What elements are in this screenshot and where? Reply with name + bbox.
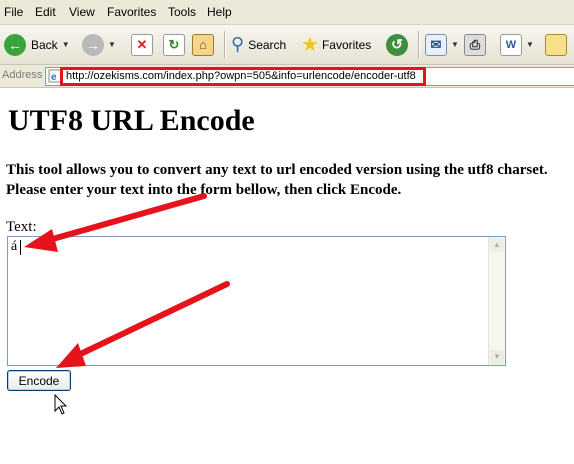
menu-view[interactable]: View [69, 5, 95, 19]
search-label: Search [248, 37, 287, 52]
favorites-label: Favorites [321, 37, 372, 52]
stop-icon: ✕ [131, 33, 153, 56]
address-label: Address [2, 69, 43, 81]
menu-favorites[interactable]: Favorites [107, 5, 156, 19]
toolbar-separator [224, 31, 226, 59]
mouse-cursor-icon [54, 394, 68, 415]
toolbar-separator [418, 31, 420, 59]
back-dropdown-icon[interactable]: ▼ [62, 40, 70, 49]
menu-tools[interactable]: Tools [168, 5, 196, 19]
history-button[interactable]: ↺ [386, 25, 408, 64]
menu-bar: File Edit View Favorites Tools Help [0, 0, 574, 25]
word-edit-icon: W [500, 33, 522, 56]
text-label: Text: [6, 219, 37, 235]
scroll-up-icon[interactable]: ▲ [490, 238, 504, 252]
mail-icon: ✉ [425, 33, 447, 56]
forward-arrow-icon: → [82, 33, 104, 56]
discuss-icon [545, 33, 567, 56]
svg-text:e: e [51, 72, 57, 83]
scroll-down-icon[interactable]: ▼ [490, 350, 504, 364]
mail-dropdown-icon[interactable]: ▼ [451, 40, 459, 49]
back-button[interactable]: ← Back ▼ [4, 25, 70, 64]
encode-button[interactable]: Encode [7, 370, 71, 391]
forward-dropdown-icon[interactable]: ▼ [108, 40, 116, 49]
url-highlight-box [60, 67, 426, 86]
menu-file[interactable]: File [4, 5, 23, 19]
forward-button[interactable]: → ▼ [82, 25, 116, 64]
search-button[interactable]: ⚲ Search [231, 25, 286, 64]
edit-dropdown-icon[interactable]: ▼ [526, 40, 534, 49]
star-icon: ★ [301, 34, 319, 56]
text-caret [20, 240, 21, 255]
back-label: Back [31, 37, 58, 52]
print-icon: ⎙ [464, 33, 486, 56]
search-icon: ⚲ [231, 34, 245, 54]
favorites-button[interactable]: ★ Favorites [301, 25, 371, 64]
text-input-value: á [11, 239, 18, 254]
history-icon: ↺ [386, 33, 408, 56]
back-arrow-icon: ← [4, 33, 26, 56]
refresh-icon: ↻ [163, 33, 185, 56]
text-input[interactable]: á ▲ ▼ [7, 236, 506, 366]
home-button[interactable]: ⌂ [192, 25, 214, 64]
stop-button[interactable]: ✕ [131, 25, 153, 64]
menu-help[interactable]: Help [207, 5, 232, 19]
discuss-button[interactable] [545, 25, 567, 64]
home-icon: ⌂ [192, 33, 214, 56]
edit-button[interactable]: W ▼ [500, 25, 534, 64]
page-description: This tool allows you to convert any text… [6, 162, 548, 198]
print-button[interactable]: ⎙ [464, 25, 486, 64]
textarea-scrollbar[interactable]: ▲ ▼ [488, 237, 505, 365]
menu-edit[interactable]: Edit [35, 5, 56, 19]
mail-button[interactable]: ✉ ▼ [425, 25, 459, 64]
toolbar: ← Back ▼ → ▼ ✕ ↻ ⌂ ⚲ Search ★ Favorites … [0, 25, 574, 65]
refresh-button[interactable]: ↻ [163, 25, 185, 64]
page-title: UTF8 URL Encode [8, 104, 255, 137]
